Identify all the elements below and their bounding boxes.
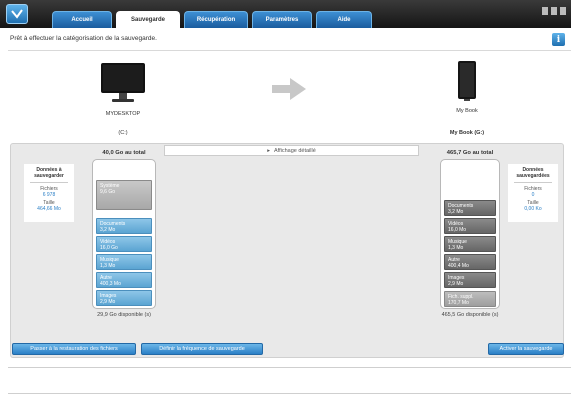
- size-value: 0,00 Ko: [524, 206, 542, 212]
- divider: [8, 367, 571, 368]
- card-heading: Données à sauvegarder: [34, 167, 64, 179]
- destination-drive-label: My Book (G:): [449, 130, 485, 136]
- tab-aide[interactable]: Aide: [316, 11, 372, 28]
- size-value: 464,66 Mo: [37, 206, 61, 212]
- card-heading: Données sauvegardées: [516, 167, 550, 179]
- detailed-view-toggle[interactable]: ▸ Affichage détaillé: [164, 145, 419, 156]
- source-summary-card: Données à sauvegarder Fichiers 6 978 Tai…: [24, 164, 74, 222]
- category-value: 400,4 Mo: [448, 263, 469, 269]
- drive-icon[interactable]: [542, 7, 548, 15]
- category-value: 3,2 Mo: [448, 209, 464, 215]
- destination-total: 465,7 Go au total: [446, 150, 494, 156]
- drive-icon[interactable]: [560, 7, 566, 15]
- category-value: 9,6 Go: [100, 189, 116, 195]
- category-extra-files[interactable]: Fich. suppl. 170,7 Mo: [444, 291, 496, 307]
- category-videos[interactable]: Vidéos 16,0 Mo: [444, 218, 496, 234]
- tab-accueil[interactable]: Accueil: [52, 11, 112, 28]
- category-documents[interactable]: Documents 3,2 Mo: [96, 218, 152, 234]
- restore-files-button[interactable]: Passer à la restauration des fichiers: [12, 343, 136, 355]
- set-backup-frequency-button[interactable]: Définir la fréquence de sauvegarde: [141, 343, 263, 355]
- computer-monitor-icon: [101, 63, 145, 102]
- category-other[interactable]: Autre 400,4 Mo: [444, 254, 496, 270]
- divider: [30, 182, 68, 183]
- category-value: 16,0 Mo: [448, 227, 467, 233]
- destination-device-name: My Book: [456, 108, 478, 114]
- category-videos[interactable]: Vidéos 16,0 Go: [96, 236, 152, 252]
- destination-summary-card: Données sauvegardées Fichiers 0 Taille 0…: [508, 164, 558, 222]
- category-value: 2,9 Mo: [448, 281, 464, 287]
- category-value: 1,3 Mo: [448, 245, 464, 251]
- source-total: 40,0 Go au total: [102, 150, 146, 156]
- tab-parametres[interactable]: Paramètres: [252, 11, 312, 28]
- destination-available: 465,5 Go disponible (s): [441, 312, 499, 318]
- category-images[interactable]: Images 2,9 Mo: [444, 272, 496, 288]
- divider: [8, 393, 571, 394]
- category-value: 2,9 Mo: [100, 299, 116, 305]
- category-value: 400,3 Mo: [100, 281, 121, 287]
- files-value: 0: [531, 192, 535, 198]
- destination-capacity-column: Documents 3,2 Mo Vidéos 16,0 Mo Musique …: [440, 159, 500, 309]
- window-controls: [542, 7, 566, 15]
- category-value: 170,7 Mo: [448, 300, 469, 306]
- arrow-right-icon: [272, 78, 306, 100]
- category-music[interactable]: Musique 1,3 Mo: [444, 236, 496, 252]
- category-documents[interactable]: Documents 3,2 Mo: [444, 200, 496, 216]
- source-drive-label: (C:): [118, 130, 128, 136]
- source-available: 29,9 Go disponible (s): [97, 312, 151, 318]
- category-value: 16,0 Go: [100, 245, 118, 251]
- category-system[interactable]: Système 9,6 Go: [96, 180, 152, 210]
- files-value: 6 978: [42, 192, 56, 198]
- main-tabs: Accueil Sauvegarde Récupération Paramètr…: [52, 11, 376, 28]
- source-capacity-column: Système 9,6 Go Documents 3,2 Mo Vidéos 1…: [92, 159, 156, 309]
- category-value: 1,3 Mo: [100, 263, 116, 269]
- drive-icon[interactable]: [551, 7, 557, 15]
- category-music[interactable]: Musique 1,3 Mo: [96, 254, 152, 270]
- divider: [8, 50, 571, 51]
- detailed-view-label: Affichage détaillé: [273, 147, 316, 154]
- tab-recuperation[interactable]: Récupération: [184, 11, 248, 28]
- category-other[interactable]: Autre 400,3 Mo: [96, 272, 152, 288]
- triangle-right-icon: ▸: [267, 147, 270, 154]
- tab-sauvegarde[interactable]: Sauvegarde: [116, 11, 180, 28]
- info-icon[interactable]: i: [552, 33, 565, 46]
- divider: [514, 182, 552, 183]
- app-logo-icon: [6, 4, 28, 24]
- external-drive-icon: [458, 61, 476, 101]
- top-navigation-bar: Accueil Sauvegarde Récupération Paramètr…: [0, 0, 571, 28]
- activate-backup-button[interactable]: Activer la sauvegarde: [488, 343, 564, 355]
- source-computer-name: MYDESKTOP: [105, 111, 141, 117]
- status-message: Prêt à effectuer la catégorisation de la…: [10, 35, 157, 42]
- category-value: 3,2 Mo: [100, 227, 116, 233]
- category-images[interactable]: Images 2,9 Mo: [96, 290, 152, 306]
